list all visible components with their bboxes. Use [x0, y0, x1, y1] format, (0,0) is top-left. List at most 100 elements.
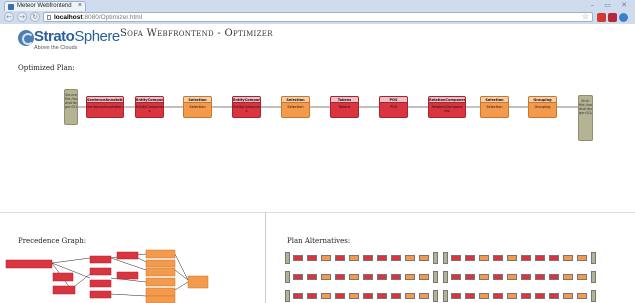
plan-alternative-node: [443, 252, 448, 264]
precedence-node[interactable]: [145, 249, 176, 259]
plan-node[interactable]: EntityComponentsEntityComponent s: [135, 96, 164, 118]
plan-node[interactable]: RelationComponents RelationCompone nts: [428, 96, 466, 118]
plan-alternative-node: [349, 255, 359, 261]
precedence-node[interactable]: [52, 285, 76, 295]
plan-node-body: SentenceAnnotation(ByEnd): [87, 105, 123, 109]
precedence-node[interactable]: [52, 272, 74, 282]
plan-node-body: EntityComponent s: [136, 105, 164, 113]
plan-alternative-node: [335, 293, 345, 299]
precedence-node[interactable]: [89, 267, 112, 276]
plan-alternative-node: [335, 274, 345, 280]
plan-alternative-node: [335, 255, 345, 261]
plan-alternative-node: [507, 255, 517, 261]
plan-node[interactable]: SentenceAnnotation(ByEnd)SentenceAnnotat…: [86, 96, 124, 118]
plan-alternative-node: [349, 293, 359, 299]
precedence-node[interactable]: [116, 251, 139, 260]
plan-alternative-node: [493, 274, 503, 280]
plan-node[interactable]: Selection Selection: [281, 96, 310, 118]
url-host: localhost: [54, 14, 83, 21]
precedence-node[interactable]: [145, 267, 176, 277]
plan-alternative-node: [321, 255, 331, 261]
plan-alternative-node: [321, 293, 331, 299]
url-path: /Optimizer.html: [98, 14, 143, 21]
browser-chrome: Meteor Webfrontend × – ▭ ✕ ← → ↻ localho…: [0, 0, 635, 24]
plan-alternative-node: [363, 255, 373, 261]
plan-alternative-row[interactable]: [285, 252, 630, 264]
plan-node[interactable]: Selection Selection: [183, 96, 212, 118]
page-icon: [47, 15, 51, 20]
plan-alternative-node: [465, 255, 475, 261]
plan-alternative-node: [293, 255, 303, 261]
precedence-node[interactable]: [89, 290, 112, 299]
plan-alternative-node: [479, 274, 489, 280]
plan-alternative-node: [577, 274, 587, 280]
plan-node-body: Grouping: [534, 105, 551, 109]
reload-icon[interactable]: ↻: [30, 12, 40, 22]
tab-close-icon[interactable]: ×: [78, 2, 82, 9]
tab-favicon-icon: [8, 4, 14, 10]
plan-node[interactable]: Tokens Tokens: [330, 96, 359, 118]
plan-alternative-node: [535, 255, 545, 261]
plan-alternative-node: [349, 274, 359, 280]
precedence-node[interactable]: [89, 255, 112, 264]
plan-alternative-node: [285, 271, 290, 283]
plan-node-source[interactable]: Source: file:/home/fmschar/local/Plan/ d…: [64, 89, 78, 125]
plan-alternative-node: [549, 293, 559, 299]
plan-alternative-node: [363, 293, 373, 299]
plan-alternative-node: [451, 255, 461, 261]
plan-alternative-node: [321, 274, 331, 280]
tab-title: Meteor Webfrontend: [17, 3, 72, 9]
precedence-node[interactable]: [187, 275, 209, 289]
plan-alternative-node: [307, 293, 317, 299]
plan-node-sink-text: Sink: file:/home/fmschar/local/Plan/ dis…: [579, 99, 593, 115]
precedence-node[interactable]: [145, 295, 176, 303]
precedence-node[interactable]: [145, 277, 176, 287]
extension-icon-2[interactable]: [608, 13, 617, 22]
plan-alternative-node: [451, 293, 461, 299]
plan-alternative-node: [443, 290, 448, 302]
plan-alternative-row[interactable]: [285, 290, 630, 302]
back-arrow-icon[interactable]: ←: [4, 12, 14, 22]
plan-alternative-node: [419, 274, 429, 280]
address-bar[interactable]: localhost:8080/Optimizer.html ☆: [43, 12, 593, 22]
extension-icon-3[interactable]: [619, 13, 628, 22]
precedence-node[interactable]: [145, 287, 176, 297]
plan-alternative-node: [307, 274, 317, 280]
plan-node[interactable]: EntityComponentsEntityComponent s: [232, 96, 261, 118]
plan-alternative-node: [377, 293, 387, 299]
plan-node[interactable]: Grouping Grouping: [528, 96, 557, 118]
precedence-node[interactable]: [145, 259, 176, 268]
section-divider-horizontal: [0, 212, 635, 213]
precedence-node[interactable]: [116, 271, 139, 280]
window-controls[interactable]: – ▭ ✕: [591, 1, 631, 9]
precedence-node[interactable]: [89, 279, 112, 288]
plan-alternative-node: [293, 274, 303, 280]
precedence-graph: [5, 249, 209, 303]
plan-alternative-node: [363, 274, 373, 280]
plan-alternative-node: [419, 255, 429, 261]
plan-node[interactable]: Selection Selection: [480, 96, 509, 118]
logo-mark-icon: [18, 30, 34, 46]
plan-alternative-node: [521, 293, 531, 299]
plan-alternative-node: [293, 293, 303, 299]
stratosphere-logo[interactable]: StratoSphere Above the Clouds: [18, 28, 120, 54]
logo-tagline: Above the Clouds: [34, 45, 78, 51]
section-divider-vertical: [265, 212, 266, 303]
plan-node-sink[interactable]: Sink: file:/home/fmschar/local/Plan/ dis…: [578, 95, 593, 141]
bookmark-star-icon[interactable]: ☆: [582, 12, 589, 21]
extension-icon-1[interactable]: [597, 13, 606, 22]
plan-alternative-node: [433, 290, 438, 302]
plan-node[interactable]: POS POS: [379, 96, 408, 118]
plan-node-body: Selection: [486, 105, 503, 109]
browser-tab[interactable]: Meteor Webfrontend ×: [4, 1, 86, 11]
plan-alternative-node: [391, 274, 401, 280]
plan-node-source-text: Source: file:/home/fmschar/local/Plan/ d…: [65, 93, 78, 109]
optimized-plan-heading: Optimized Plan:: [18, 64, 75, 72]
forward-arrow-icon[interactable]: →: [17, 12, 27, 22]
plan-alternative-node: [433, 252, 438, 264]
precedence-node[interactable]: [5, 259, 53, 269]
plan-node-body: Selection: [189, 105, 206, 109]
plan-alternative-node: [451, 274, 461, 280]
plan-alternative-row[interactable]: [285, 271, 630, 283]
plan-alternative-node: [391, 255, 401, 261]
